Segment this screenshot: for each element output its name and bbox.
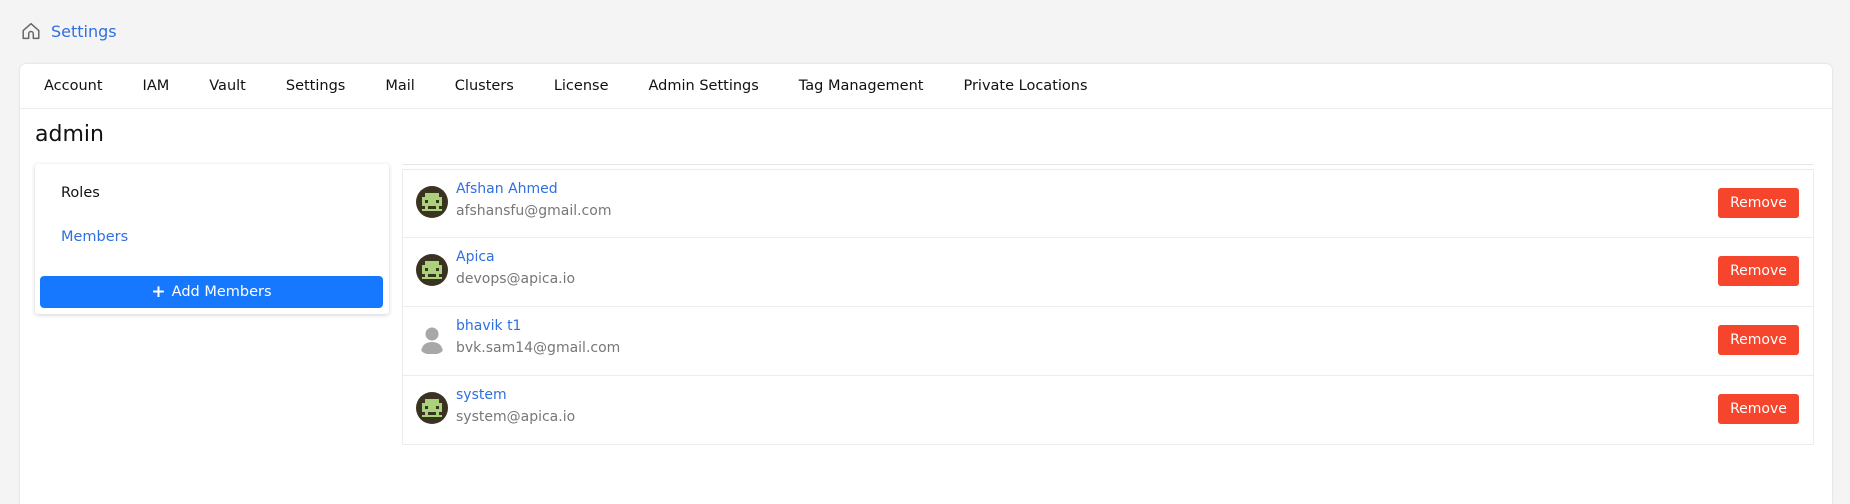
- tab-private-locations[interactable]: Private Locations: [963, 78, 1087, 94]
- list-item: Afshan Ahmed afshansfu@gmail.com Remove: [402, 169, 1814, 238]
- plus-icon: +: [151, 281, 166, 302]
- tab-admin-settings[interactable]: Admin Settings: [649, 78, 759, 94]
- tab-iam[interactable]: IAM: [143, 78, 170, 94]
- remove-member-button[interactable]: Remove: [1718, 394, 1799, 424]
- breadcrumb-settings-link[interactable]: Settings: [51, 22, 117, 41]
- menu-item-roles[interactable]: Roles: [61, 185, 100, 201]
- settings-card: Account IAM Vault Settings Mail Clusters…: [20, 64, 1832, 504]
- tab-clusters[interactable]: Clusters: [455, 78, 514, 94]
- remove-member-button[interactable]: Remove: [1718, 325, 1799, 355]
- tab-mail[interactable]: Mail: [385, 78, 414, 94]
- tab-tag-management[interactable]: Tag Management: [799, 78, 924, 94]
- tab-vault[interactable]: Vault: [209, 78, 246, 94]
- pixel-avatar-icon: [416, 392, 448, 424]
- tab-settings[interactable]: Settings: [286, 78, 345, 94]
- pixel-avatar-icon: [416, 254, 448, 286]
- add-members-button[interactable]: + Add Members: [40, 276, 383, 308]
- list-item: system system@apica.io Remove: [402, 376, 1814, 445]
- page-title: admin: [35, 122, 104, 147]
- member-name-link[interactable]: Apica: [456, 249, 495, 265]
- tab-account[interactable]: Account: [44, 78, 103, 94]
- members-list: Afshan Ahmed afshansfu@gmail.com Remove …: [402, 164, 1814, 445]
- remove-member-button[interactable]: Remove: [1718, 256, 1799, 286]
- member-email: devops@apica.io: [456, 271, 576, 287]
- home-icon[interactable]: [20, 20, 42, 42]
- tab-license[interactable]: License: [554, 78, 609, 94]
- member-name-link[interactable]: system: [456, 387, 507, 403]
- member-name-link[interactable]: bhavik t1: [456, 318, 521, 334]
- list-item: bhavik t1 bvk.sam14@gmail.com Remove: [402, 307, 1814, 376]
- default-user-icon: [416, 323, 448, 355]
- member-email: afshansfu@gmail.com: [456, 203, 612, 219]
- member-name-link[interactable]: Afshan Ahmed: [456, 181, 558, 197]
- pixel-avatar-icon: [416, 186, 448, 218]
- remove-member-button[interactable]: Remove: [1718, 188, 1799, 218]
- breadcrumb: Settings: [20, 19, 117, 43]
- list-item: Apica devops@apica.io Remove: [402, 238, 1814, 307]
- member-email: system@apica.io: [456, 409, 576, 425]
- add-members-label: Add Members: [171, 284, 272, 300]
- menu-item-members[interactable]: Members: [61, 229, 128, 245]
- role-side-menu: Roles Members + Add Members: [35, 164, 389, 314]
- member-email: bvk.sam14@gmail.com: [456, 340, 621, 356]
- tab-bar: Account IAM Vault Settings Mail Clusters…: [20, 64, 1832, 109]
